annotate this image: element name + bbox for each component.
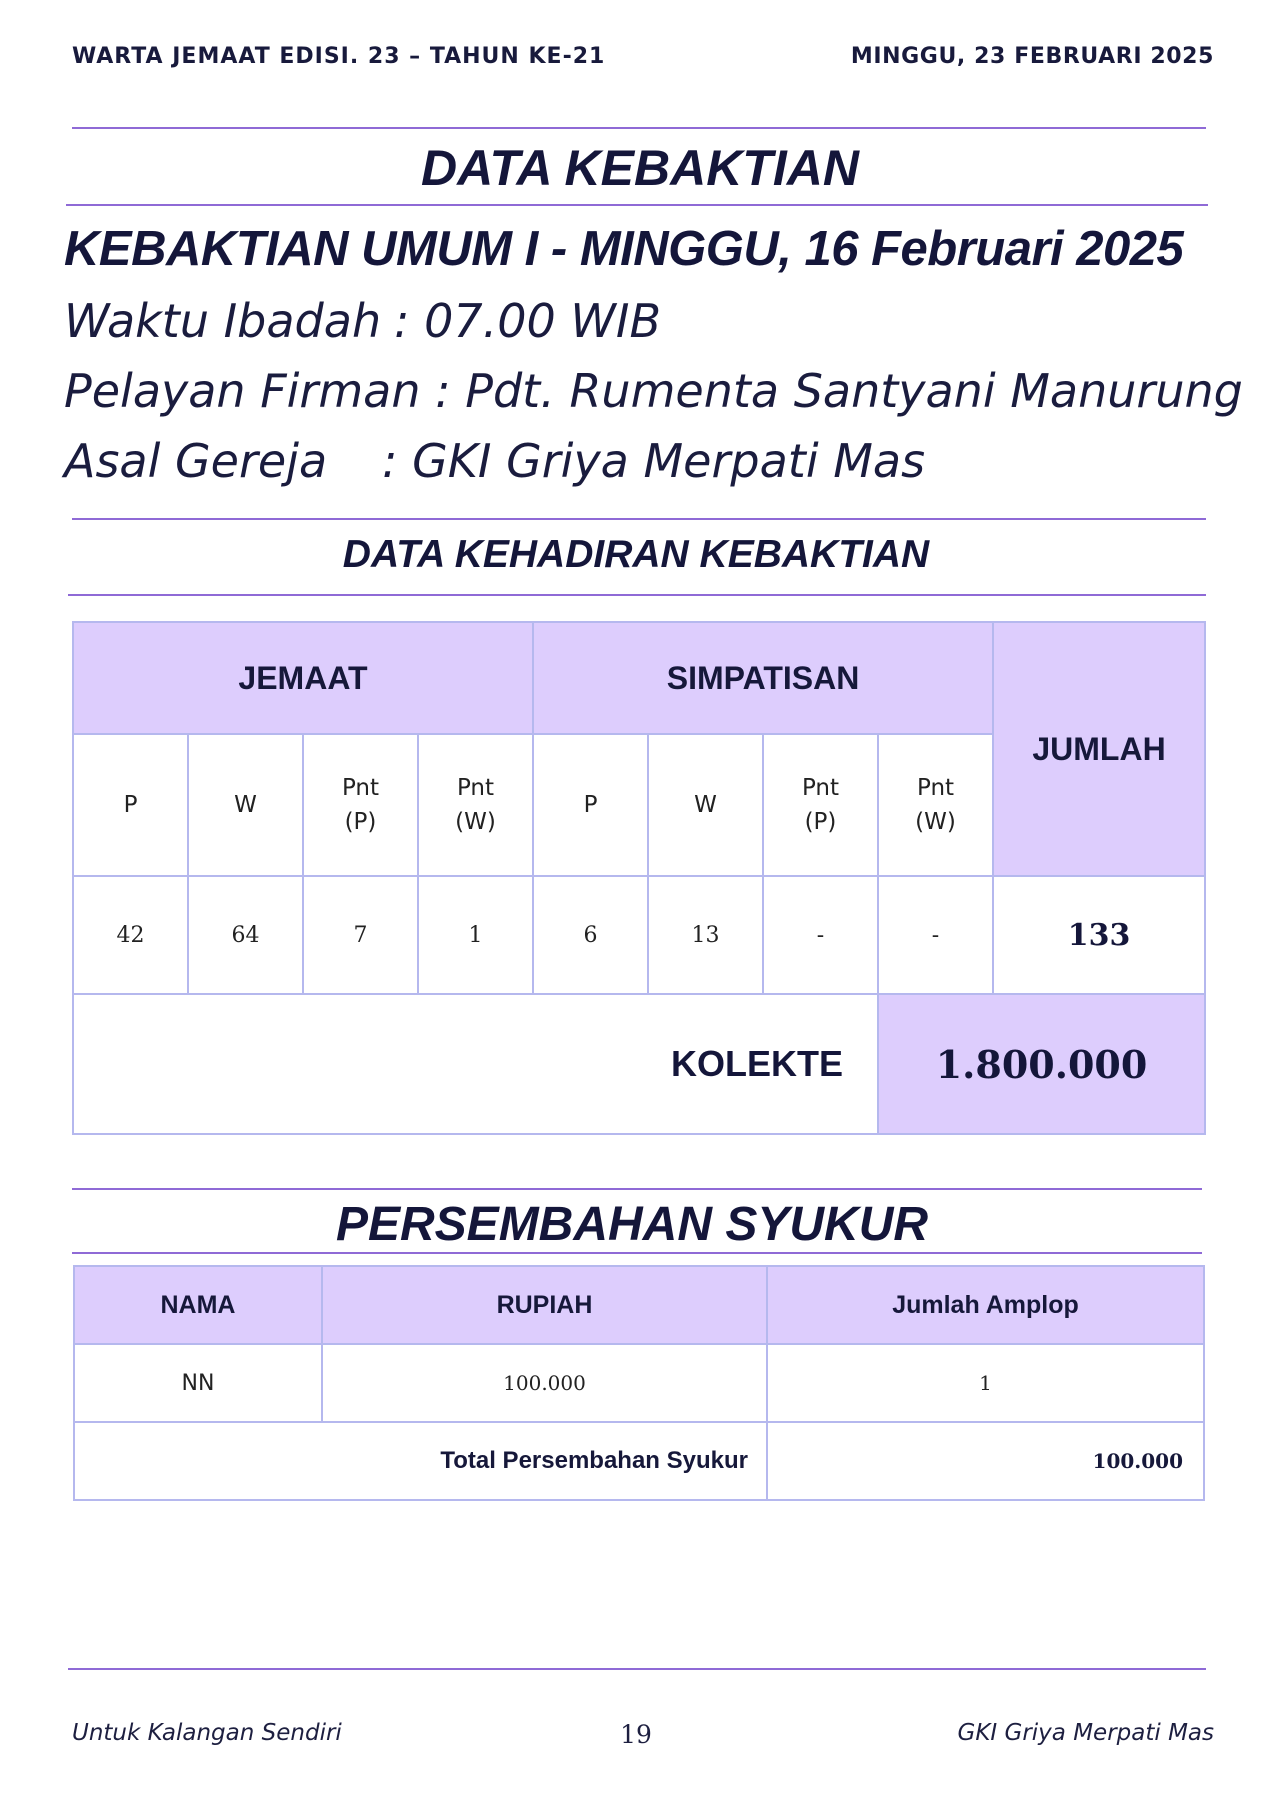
service-time-row: Waktu Ibadah : 07.00 WIB <box>64 294 661 348</box>
offering-header-amount: RUPIAH <box>321 1265 768 1345</box>
divider <box>72 1252 1202 1254</box>
attendance-count: 13 <box>647 875 764 995</box>
divider <box>68 594 1206 596</box>
group-header-jemaat: JEMAAT <box>72 621 534 735</box>
total-header: JUMLAH <box>992 621 1207 877</box>
service-preacher-label: Pelayan Firman <box>64 364 421 418</box>
attendance-column-header: Pnt (P) <box>302 733 419 877</box>
attendance-count: 42 <box>72 875 189 995</box>
collection-label: KOLEKTE <box>72 993 879 1135</box>
service-time-label: Waktu Ibadah <box>64 294 382 348</box>
attendance-column-header: W <box>187 733 304 877</box>
offering-amount: 100.000 <box>321 1343 768 1423</box>
collection-value: 1.800.000 <box>876 993 1207 1135</box>
attendance-column-header: Pnt (P) <box>762 733 879 877</box>
running-header-date: MINGGU, 23 FEBRUARI 2025 <box>850 44 1214 69</box>
divider <box>66 204 1208 206</box>
attendance-title: DATA KEHADIRAN KEBAKTIAN <box>342 533 930 576</box>
service-church-value: : GKI Griya Merpati Mas <box>382 434 926 488</box>
group-header-simpatisan: SIMPATISAN <box>531 621 995 735</box>
divider <box>72 127 1206 129</box>
attendance-count: 1 <box>417 875 534 995</box>
attendance-count: - <box>762 875 879 995</box>
offering-name: NN <box>73 1343 323 1423</box>
service-church-row: Asal Gereja : GKI Griya Merpati Mas <box>64 434 925 488</box>
service-title: KEBAKTIAN UMUM I - MINGGU, 16 Februari 2… <box>64 222 1184 276</box>
divider <box>72 518 1206 520</box>
offering-header-envelopes: Jumlah Amplop <box>766 1265 1205 1345</box>
service-preacher-row: Pelayan Firman : Pdt. Rumenta Santyani M… <box>64 364 1243 418</box>
service-time-value: : 07.00 WIB <box>394 294 662 348</box>
service-church-label: Asal Gereja <box>64 434 328 488</box>
attendance-count: 7 <box>302 875 419 995</box>
section-title: DATA KEBAKTIAN <box>421 140 859 196</box>
offering-total-label: Total Persembahan Syukur <box>73 1421 768 1501</box>
offering-table: NAMA RUPIAH Jumlah Amplop NN 100.000 1 Tot… <box>73 1265 1205 1501</box>
running-header-edition: WARTA JEMAAT EDISI. 23 – TAHUN KE-21 <box>72 44 606 69</box>
attendance-column-header: W <box>647 733 764 877</box>
attendance-count: 6 <box>532 875 649 995</box>
offering-title: PERSEMBAHAN SYUKUR <box>335 1198 929 1251</box>
footer-church: GKI Griya Merpati Mas <box>957 1720 1214 1746</box>
divider <box>72 1188 1202 1190</box>
attendance-count: - <box>876 875 995 995</box>
attendance-column-header: P <box>72 733 189 877</box>
attendance-table: JEMAAT SIMPATISAN JUMLAH P W Pnt (P) Pnt (W) P… <box>72 621 1207 1135</box>
attendance-count: 64 <box>187 875 304 995</box>
attendance-column-header: Pnt (W) <box>417 733 534 877</box>
table-row: NN 100.000 1 <box>73 1343 1205 1423</box>
offering-header-name: NAMA <box>73 1265 323 1345</box>
offering-total-value: 100.000 <box>766 1421 1205 1501</box>
divider <box>68 1668 1206 1670</box>
service-preacher-value: : Pdt. Rumenta Santyani Manurung <box>435 364 1243 418</box>
attendance-total: 133 <box>992 875 1207 995</box>
attendance-column-header: P <box>532 733 649 877</box>
attendance-column-header: Pnt (W) <box>876 733 995 877</box>
offering-envelopes: 1 <box>766 1343 1205 1423</box>
